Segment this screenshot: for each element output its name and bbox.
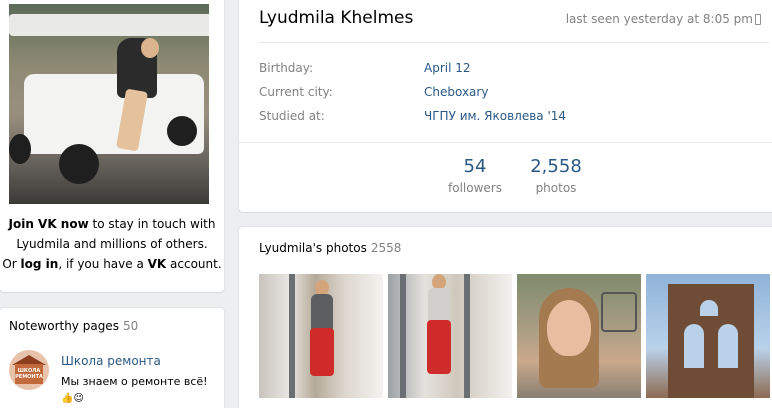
page-avatar[interactable]: ШКОЛА РЕМОНТА [9,350,49,390]
join-text-mid: , if you have a [58,257,148,271]
join-text-rest: to stay in touch with [88,217,216,231]
followers-counter[interactable]: 54 followers [445,156,505,195]
avatar-cart-roof [9,14,209,36]
followers-label: followers [448,181,502,195]
figure-skirt [310,328,334,376]
selfie-chair [601,292,637,332]
figure-top [428,288,450,324]
photos-label: photos [535,181,577,195]
city-link[interactable]: Cheboxary [424,85,488,99]
photos-total-count: 2558 [370,241,402,255]
info-label: Studied at: [259,109,325,123]
birthday-link[interactable]: April 12 [424,61,471,75]
avatar-wheel [167,116,197,146]
last-seen-status: last seen yesterday at 8:05 pm [565,12,753,26]
divider [239,142,772,143]
page-description: Мы знаем о ремонте всё! 👍😉 [61,374,221,407]
photo-thumbnail[interactable] [646,274,770,398]
mirror-frame [400,274,406,398]
photo-thumbnail[interactable] [517,274,641,398]
page-description-emoji: 👍😉 [61,393,84,404]
vk-brand: VK [147,257,167,271]
divider [259,42,769,43]
photos-header[interactable]: Lyudmila's photos 2558 [259,241,401,255]
noteworthy-header[interactable]: Noteworthy pages 50 [9,319,138,333]
noteworthy-count: 50 [122,319,139,333]
mirror-frame [464,274,470,398]
profile-avatar-photo[interactable] [9,4,209,204]
monument-arch [684,324,704,368]
photos-card: Lyudmila's photos 2558 [239,227,772,408]
photo-thumbnail[interactable] [259,274,383,398]
photos-title: Lyudmila's photos [259,241,367,255]
join-prompt: Join VK now to stay in touch with Lyudmi… [0,214,224,274]
noteworthy-pages-card: Noteworthy pages 50 ШКОЛА РЕМОНТА Школа р… [0,308,224,408]
avatar-wheel [59,144,99,184]
monument-arch [700,300,718,316]
mobile-phone-icon [755,14,761,25]
noteworthy-title: Noteworthy pages [9,319,119,333]
profile-avatar-card: Join VK now to stay in touch with Lyudmi… [0,0,224,292]
join-text-end: account. [166,257,222,271]
university-link[interactable]: ЧГПУ им. Яковлева '14 [424,109,566,123]
info-label: Birthday: [259,61,314,75]
profile-name: Lyudmila Khelmes [259,8,414,28]
info-label: Current city: [259,85,333,99]
avatar-head [141,38,159,58]
page-description-text: Мы знаем о ремонте всё! [61,375,208,388]
selfie-face [547,300,591,356]
page-name-link[interactable]: Школа ремонта [61,354,161,368]
figure-skirt [427,320,451,374]
photos-count: 2,558 [530,156,582,177]
photos-counter[interactable]: 2,558 photos [526,156,586,195]
avatar-wheel [9,134,31,164]
mirror-frame [289,274,295,398]
join-or: Or [2,257,21,271]
followers-count: 54 [463,156,487,177]
profile-info-card: Lyudmila Khelmes last seen yesterday at … [239,0,772,212]
page-avatar-logo-text: ШКОЛА РЕМОНТА [15,368,43,380]
join-text-line2: Lyudmila and millions of others. [16,237,208,251]
monument-arch [718,324,738,368]
login-link[interactable]: log in [21,257,59,271]
figure-top [311,294,333,330]
join-vk-link[interactable]: Join VK now [9,217,89,231]
photo-thumbnail[interactable] [388,274,512,398]
